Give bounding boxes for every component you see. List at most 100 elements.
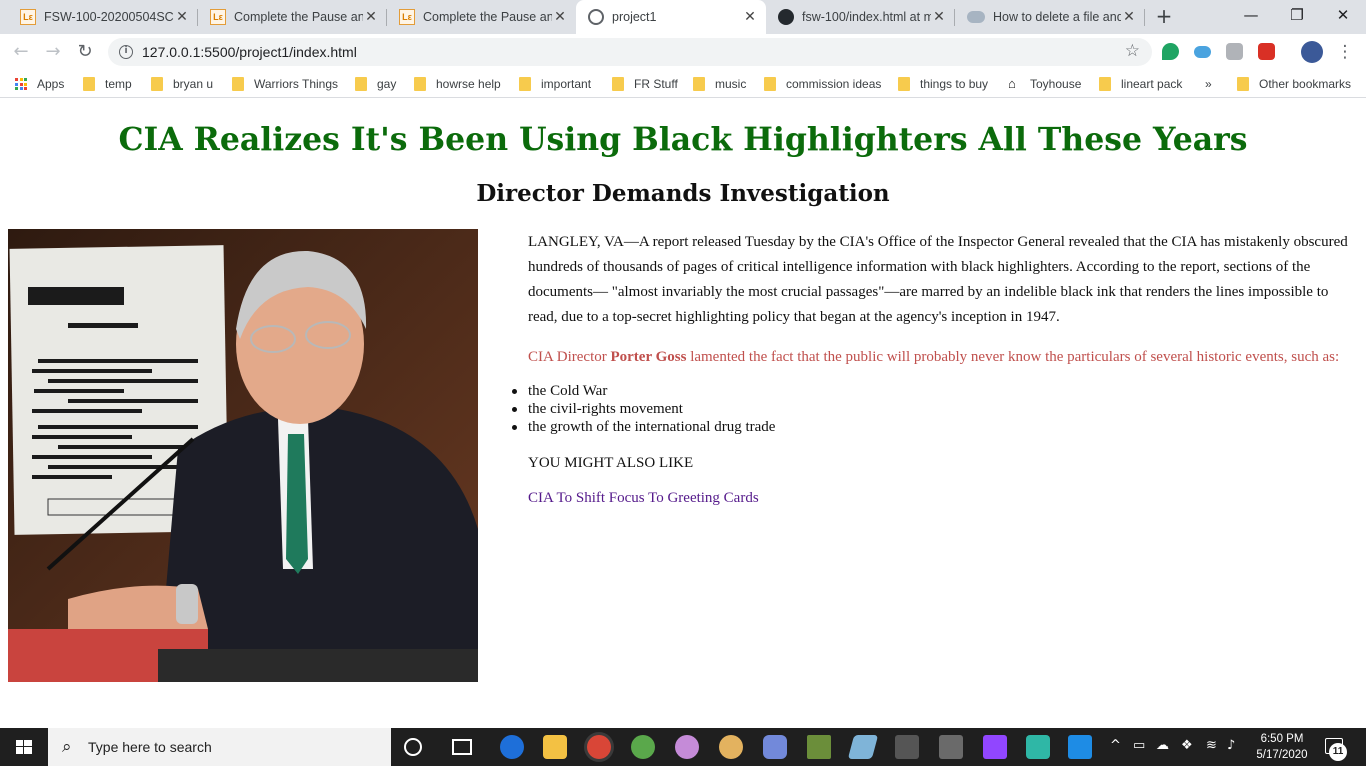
clock-time: 6:50 PM	[1260, 733, 1304, 745]
bookmark-other-bookmarks[interactable]: Other bookmarks	[1237, 75, 1351, 93]
folder-icon	[693, 77, 705, 91]
twitch-icon[interactable]	[983, 735, 1007, 759]
reload-icon[interactable]: ↻	[73, 40, 97, 64]
tab-title: fsw-100/index.html at m	[802, 10, 931, 24]
bookmarks-overflow-chevron-icon[interactable]: »	[1205, 75, 1212, 93]
bookmark-music[interactable]: music	[693, 75, 746, 93]
onedrive-icon[interactable]: ☁	[1156, 738, 1169, 753]
address-bar[interactable]: i 127.0.0.1:5500/project1/index.html ☆	[108, 38, 1152, 66]
cortana-icon[interactable]	[404, 738, 422, 756]
volume-icon[interactable]: ♪	[1227, 738, 1235, 753]
site-info-icon[interactable]: i	[119, 45, 133, 59]
system-clock[interactable]: 6:50 PM 5/17/2020	[1246, 731, 1318, 763]
taskbar-search-input[interactable]: ⌕ Type here to search	[48, 728, 391, 766]
tab-project1[interactable]: project1 ✕	[576, 0, 766, 34]
controller-icon[interactable]	[1026, 735, 1050, 759]
windows-taskbar: ⌕ Type here to search ^ ▭ ☁ ❖ ≋ ♪ 6:50 P…	[0, 728, 1366, 766]
game-icon[interactable]	[895, 735, 919, 759]
tab-complete-pause-1[interactable]: Lε Complete the Pause and ✕	[198, 0, 387, 34]
restore-button[interactable]: ❐	[1274, 0, 1320, 30]
bookmark-things-to-buy[interactable]: things to buy	[898, 75, 988, 93]
related-article-link[interactable]: CIA To Shift Focus To Greeting Cards	[528, 490, 1358, 507]
bookmark-apps[interactable]: Apps	[15, 75, 64, 93]
bookmark-label: bryan u	[173, 77, 214, 91]
tab-title: FSW-100-20200504SC8	[44, 10, 174, 24]
bookmark-fr-stuff[interactable]: FR Stuff	[612, 75, 678, 93]
close-icon[interactable]: ✕	[363, 9, 379, 25]
search-placeholder: Type here to search	[88, 739, 212, 755]
wifi-icon[interactable]: ≋	[1206, 738, 1217, 753]
bookmark-lineart-pack[interactable]: lineart pack	[1099, 75, 1182, 93]
minimize-button[interactable]: —	[1228, 0, 1274, 30]
close-icon[interactable]: ✕	[552, 9, 568, 25]
tab-github[interactable]: fsw-100/index.html at m ✕	[766, 0, 955, 34]
lambda-favicon-icon: Lε	[399, 9, 415, 25]
profile-avatar-icon[interactable]	[1301, 41, 1323, 63]
edge-icon[interactable]	[500, 735, 524, 759]
task-view-icon[interactable]	[452, 739, 472, 755]
bookmark-bryan-u[interactable]: bryan u	[151, 75, 213, 93]
close-icon[interactable]: ✕	[174, 9, 190, 25]
back-arrow-icon[interactable]: ←	[9, 40, 33, 64]
article-photo	[8, 229, 478, 682]
live-icon[interactable]	[939, 735, 963, 759]
browser-toolbar: ← → ↻ i 127.0.0.1:5500/project1/index.ht…	[0, 34, 1366, 70]
tab-complete-pause-2[interactable]: Lε Complete the Pause and ✕	[387, 0, 576, 34]
paint3d-icon[interactable]	[719, 735, 743, 759]
bookmark-commission-ideas[interactable]: commission ideas	[764, 75, 881, 93]
media-extension-icon[interactable]	[1258, 43, 1275, 60]
folder-icon	[151, 77, 163, 91]
close-icon[interactable]: ✕	[931, 9, 947, 25]
tab-fsw-100[interactable]: Lε FSW-100-20200504SC8 ✕	[8, 0, 198, 34]
battery-icon[interactable]: ▭	[1133, 738, 1145, 753]
quote-suffix: lamented the fact that the public will p…	[686, 349, 1340, 365]
bookmark-star-icon[interactable]: ☆	[1125, 41, 1140, 61]
github-favicon-icon	[778, 9, 794, 25]
forward-arrow-icon[interactable]: →	[41, 40, 65, 64]
dropbox-icon[interactable]: ❖	[1181, 738, 1193, 753]
vscode-icon[interactable]	[1068, 735, 1092, 759]
color-picker-icon[interactable]	[675, 735, 699, 759]
bookmark-label: FR Stuff	[634, 77, 678, 91]
tray-chevron-icon[interactable]: ^	[1110, 738, 1121, 753]
bookmark-label: gay	[377, 77, 397, 91]
bookmark-temp[interactable]: temp	[83, 75, 132, 93]
bookmark-howrse-help[interactable]: howrse help	[414, 75, 501, 93]
sketch-icon[interactable]	[847, 735, 879, 759]
folder-icon	[519, 77, 531, 91]
tab-title: project1	[612, 10, 657, 24]
apps-icon	[15, 78, 27, 90]
bookmark-warriors-things[interactable]: Warriors Things	[232, 75, 338, 93]
address-url[interactable]: 127.0.0.1:5500/project1/index.html	[142, 44, 357, 60]
paint-icon[interactable]	[631, 735, 655, 759]
bookmark-gay[interactable]: gay	[355, 75, 396, 93]
lambda-favicon-icon: Lε	[20, 9, 36, 25]
bookmark-label: temp	[105, 77, 132, 91]
file-explorer-icon[interactable]	[543, 735, 567, 759]
minecraft-icon[interactable]	[807, 735, 831, 759]
extension-k-icon[interactable]	[1226, 43, 1243, 60]
tab-title: Complete the Pause and	[234, 10, 363, 24]
new-tab-button[interactable]: +	[1152, 5, 1176, 29]
folder-icon	[232, 77, 244, 91]
tab-delete-file[interactable]: How to delete a file and ✕	[955, 0, 1145, 34]
discord-icon[interactable]	[763, 735, 787, 759]
lambda-favicon-icon: Lε	[210, 9, 226, 25]
bookmark-toyhouse[interactable]: ⌂ Toyhouse	[1008, 75, 1081, 93]
close-icon[interactable]: ✕	[742, 9, 758, 25]
bookmark-label: commission ideas	[786, 77, 882, 91]
tab-strip: Lε FSW-100-20200504SC8 ✕ Lε Complete the…	[0, 0, 1366, 34]
menu-dots-icon[interactable]: ⋮	[1336, 41, 1354, 63]
cloud-extension-icon[interactable]	[1194, 46, 1211, 58]
grammarly-extension-icon[interactable]	[1162, 43, 1179, 60]
article-subheadline: Director Demands Investigation	[476, 180, 890, 207]
chrome-icon[interactable]	[587, 735, 611, 759]
tab-title: Complete the Pause and	[423, 10, 552, 24]
close-window-button[interactable]: ✕	[1320, 0, 1366, 30]
bookmark-label: Warriors Things	[254, 77, 339, 91]
close-icon[interactable]: ✕	[1121, 9, 1137, 25]
folder-icon	[764, 77, 776, 91]
bookmark-important[interactable]: important	[519, 75, 591, 93]
bookmark-label: important	[541, 77, 592, 91]
start-button[interactable]	[0, 728, 48, 766]
